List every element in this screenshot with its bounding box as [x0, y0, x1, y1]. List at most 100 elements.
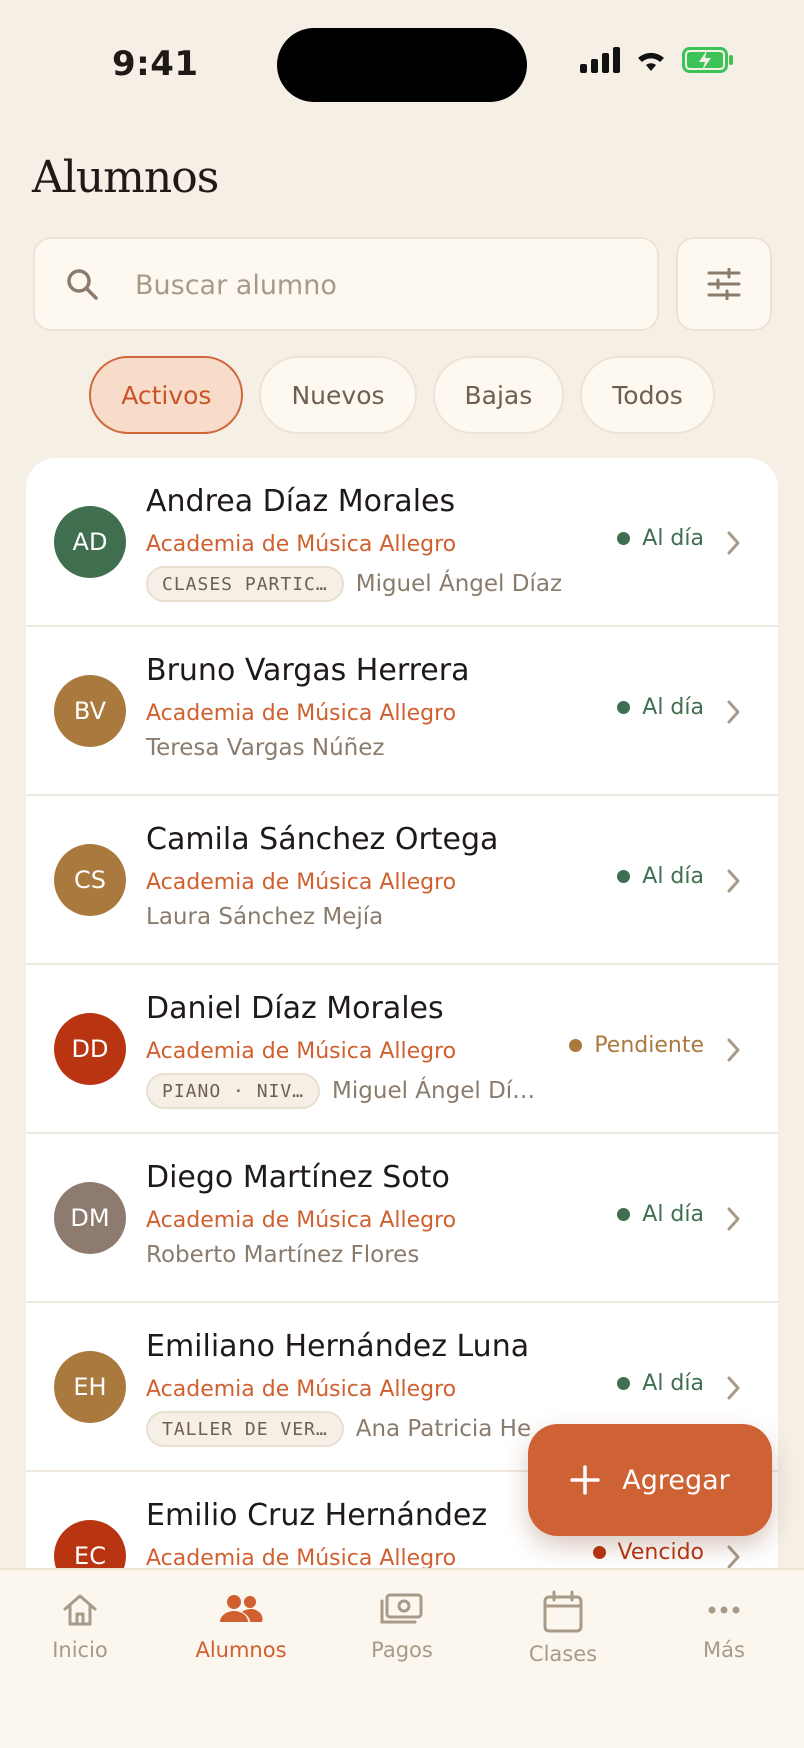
status-label: Al día	[642, 1202, 704, 1227]
student-school: Academia de Música Allegro	[146, 1546, 457, 1568]
avatar: DD	[54, 1013, 126, 1085]
student-name: Bruno Vargas Herrera	[146, 653, 470, 688]
tab-inicio[interactable]: Inicio	[10, 1590, 150, 1662]
payments-icon	[380, 1593, 423, 1624]
student-row[interactable]: DD Daniel Díaz Morales Academia de Música …	[26, 965, 778, 1134]
status-badge: Pendiente	[569, 1033, 704, 1058]
chip-todos[interactable]: Todos	[580, 356, 715, 434]
status-badge: Vencido	[592, 1540, 704, 1565]
wifi-icon	[638, 52, 664, 71]
student-row[interactable]: AD Andrea Díaz Morales Academia de Música …	[26, 458, 778, 627]
tab-pagos[interactable]: Pagos	[332, 1590, 472, 1662]
student-meta: Roberto Martínez Flores	[146, 1242, 419, 1268]
chip-bajas[interactable]: Bajas	[432, 356, 565, 434]
student-name: Emilio Cruz Hernández	[146, 1498, 488, 1533]
status-dot	[617, 532, 631, 545]
student-meta: Teresa Vargas Núñez	[146, 735, 384, 761]
filter-button[interactable]	[676, 237, 772, 331]
avatar: BV	[54, 675, 126, 747]
chevron-right-icon	[727, 1207, 740, 1231]
tab-bar: Inicio Alumnos Pagos Clases Más	[0, 1568, 804, 1748]
tab-clases[interactable]: Clases	[493, 1590, 633, 1666]
student-school: Academia de Música Allegro	[146, 701, 457, 726]
student-school: Academia de Música Allegro	[146, 532, 457, 557]
status-bar: 9:41	[0, 0, 804, 130]
student-meta: Laura Sánchez Mejía	[146, 904, 383, 930]
tab-mas[interactable]: Más	[654, 1590, 794, 1662]
status-label: Vencido	[617, 1540, 704, 1565]
avatar: AD	[54, 506, 126, 578]
student-tutor: Laura Sánchez Mejía	[146, 904, 384, 930]
calendar-icon	[543, 1590, 583, 1633]
avatar: CS	[54, 844, 126, 916]
status-icons	[580, 46, 734, 74]
search-icon	[67, 269, 98, 300]
chip-nuevos[interactable]: Nuevos	[259, 356, 417, 434]
more-icon	[708, 1606, 740, 1614]
student-tag: PIANO · NIV…	[146, 1073, 321, 1109]
student-tutor: Ana Patricia He	[355, 1416, 532, 1442]
student-school: Academia de Música Allegro	[146, 1039, 457, 1064]
student-tutor: Miguel Ángel Dí…	[332, 1078, 536, 1104]
search-input[interactable]	[135, 259, 635, 311]
student-name: Daniel Díaz Morales	[146, 991, 444, 1026]
student-name: Emiliano Hernández Luna	[146, 1329, 530, 1364]
status-badge: Al día	[617, 526, 704, 551]
student-tutor: Teresa Vargas Núñez	[146, 735, 385, 761]
student-tag: TALLER DE VER…	[146, 1411, 344, 1447]
student-row[interactable]: DM Diego Martínez Soto Academia de Música …	[26, 1134, 778, 1303]
chevron-right-icon	[727, 1545, 740, 1568]
status-dot	[617, 701, 631, 714]
signal-icon	[580, 47, 620, 73]
tab-clases-label: Clases	[528, 1642, 598, 1666]
student-meta: TALLER DE VER… Ana Patricia He	[146, 1411, 531, 1447]
student-school: Academia de Música Allegro	[146, 1377, 457, 1402]
status-badge: Al día	[617, 695, 704, 720]
filter-chips: Activos Nuevos Bajas Todos	[0, 356, 804, 434]
page-title: Alumnos	[32, 152, 219, 203]
student-tutor: Roberto Martínez Flores	[146, 1242, 420, 1268]
add-student-label: Agregar	[622, 1464, 730, 1496]
status-badge: Al día	[617, 1202, 704, 1227]
chevron-right-icon	[727, 531, 740, 555]
student-row[interactable]: CS Camila Sánchez Ortega Academia de Músic…	[26, 796, 778, 965]
status-label: Al día	[642, 695, 704, 720]
chevron-right-icon	[727, 1038, 740, 1062]
avatar: DM	[54, 1182, 126, 1254]
status-dot	[617, 870, 631, 883]
tab-alumnos[interactable]: Alumnos	[171, 1590, 311, 1662]
student-row[interactable]: BV Bruno Vargas Herrera Academia de Música…	[26, 627, 778, 796]
status-label: Al día	[642, 864, 704, 889]
status-label: Pendiente	[594, 1033, 704, 1058]
status-dot	[592, 1546, 606, 1559]
chip-activos[interactable]: Activos	[89, 356, 244, 434]
dynamic-island	[277, 28, 527, 102]
tab-mas-label: Más	[703, 1638, 745, 1662]
status-time: 9:41	[112, 44, 199, 84]
student-name: Andrea Díaz Morales	[146, 484, 456, 519]
chevron-right-icon	[727, 869, 740, 893]
avatar: EH	[54, 1351, 126, 1423]
status-label: Al día	[642, 526, 704, 551]
chevron-right-icon	[727, 700, 740, 724]
student-meta: PIANO · NIV… Miguel Ángel Dí…	[146, 1073, 535, 1109]
student-name: Camila Sánchez Ortega	[146, 822, 499, 857]
avatar: EC	[54, 1520, 126, 1568]
sliders-icon	[707, 268, 741, 300]
chevron-right-icon	[727, 1376, 740, 1400]
add-student-button[interactable]: Agregar	[528, 1424, 772, 1536]
users-icon	[220, 1595, 263, 1622]
student-list: AD Andrea Díaz Morales Academia de Música …	[26, 458, 778, 1568]
status-dot	[569, 1039, 583, 1052]
tab-pagos-label: Pagos	[371, 1638, 433, 1662]
student-tag: CLASES PARTIC…	[146, 566, 344, 602]
student-meta: CLASES PARTIC… Miguel Ángel Díaz	[146, 566, 562, 602]
status-badge: Al día	[617, 1371, 704, 1396]
status-badge: Al día	[617, 864, 704, 889]
student-tutor: Miguel Ángel Díaz	[355, 571, 563, 597]
student-name: Diego Martínez Soto	[146, 1160, 450, 1195]
search-box[interactable]	[33, 237, 659, 331]
status-dot	[617, 1377, 631, 1390]
tab-inicio-label: Inicio	[52, 1638, 108, 1662]
tab-alumnos-label: Alumnos	[195, 1638, 287, 1662]
